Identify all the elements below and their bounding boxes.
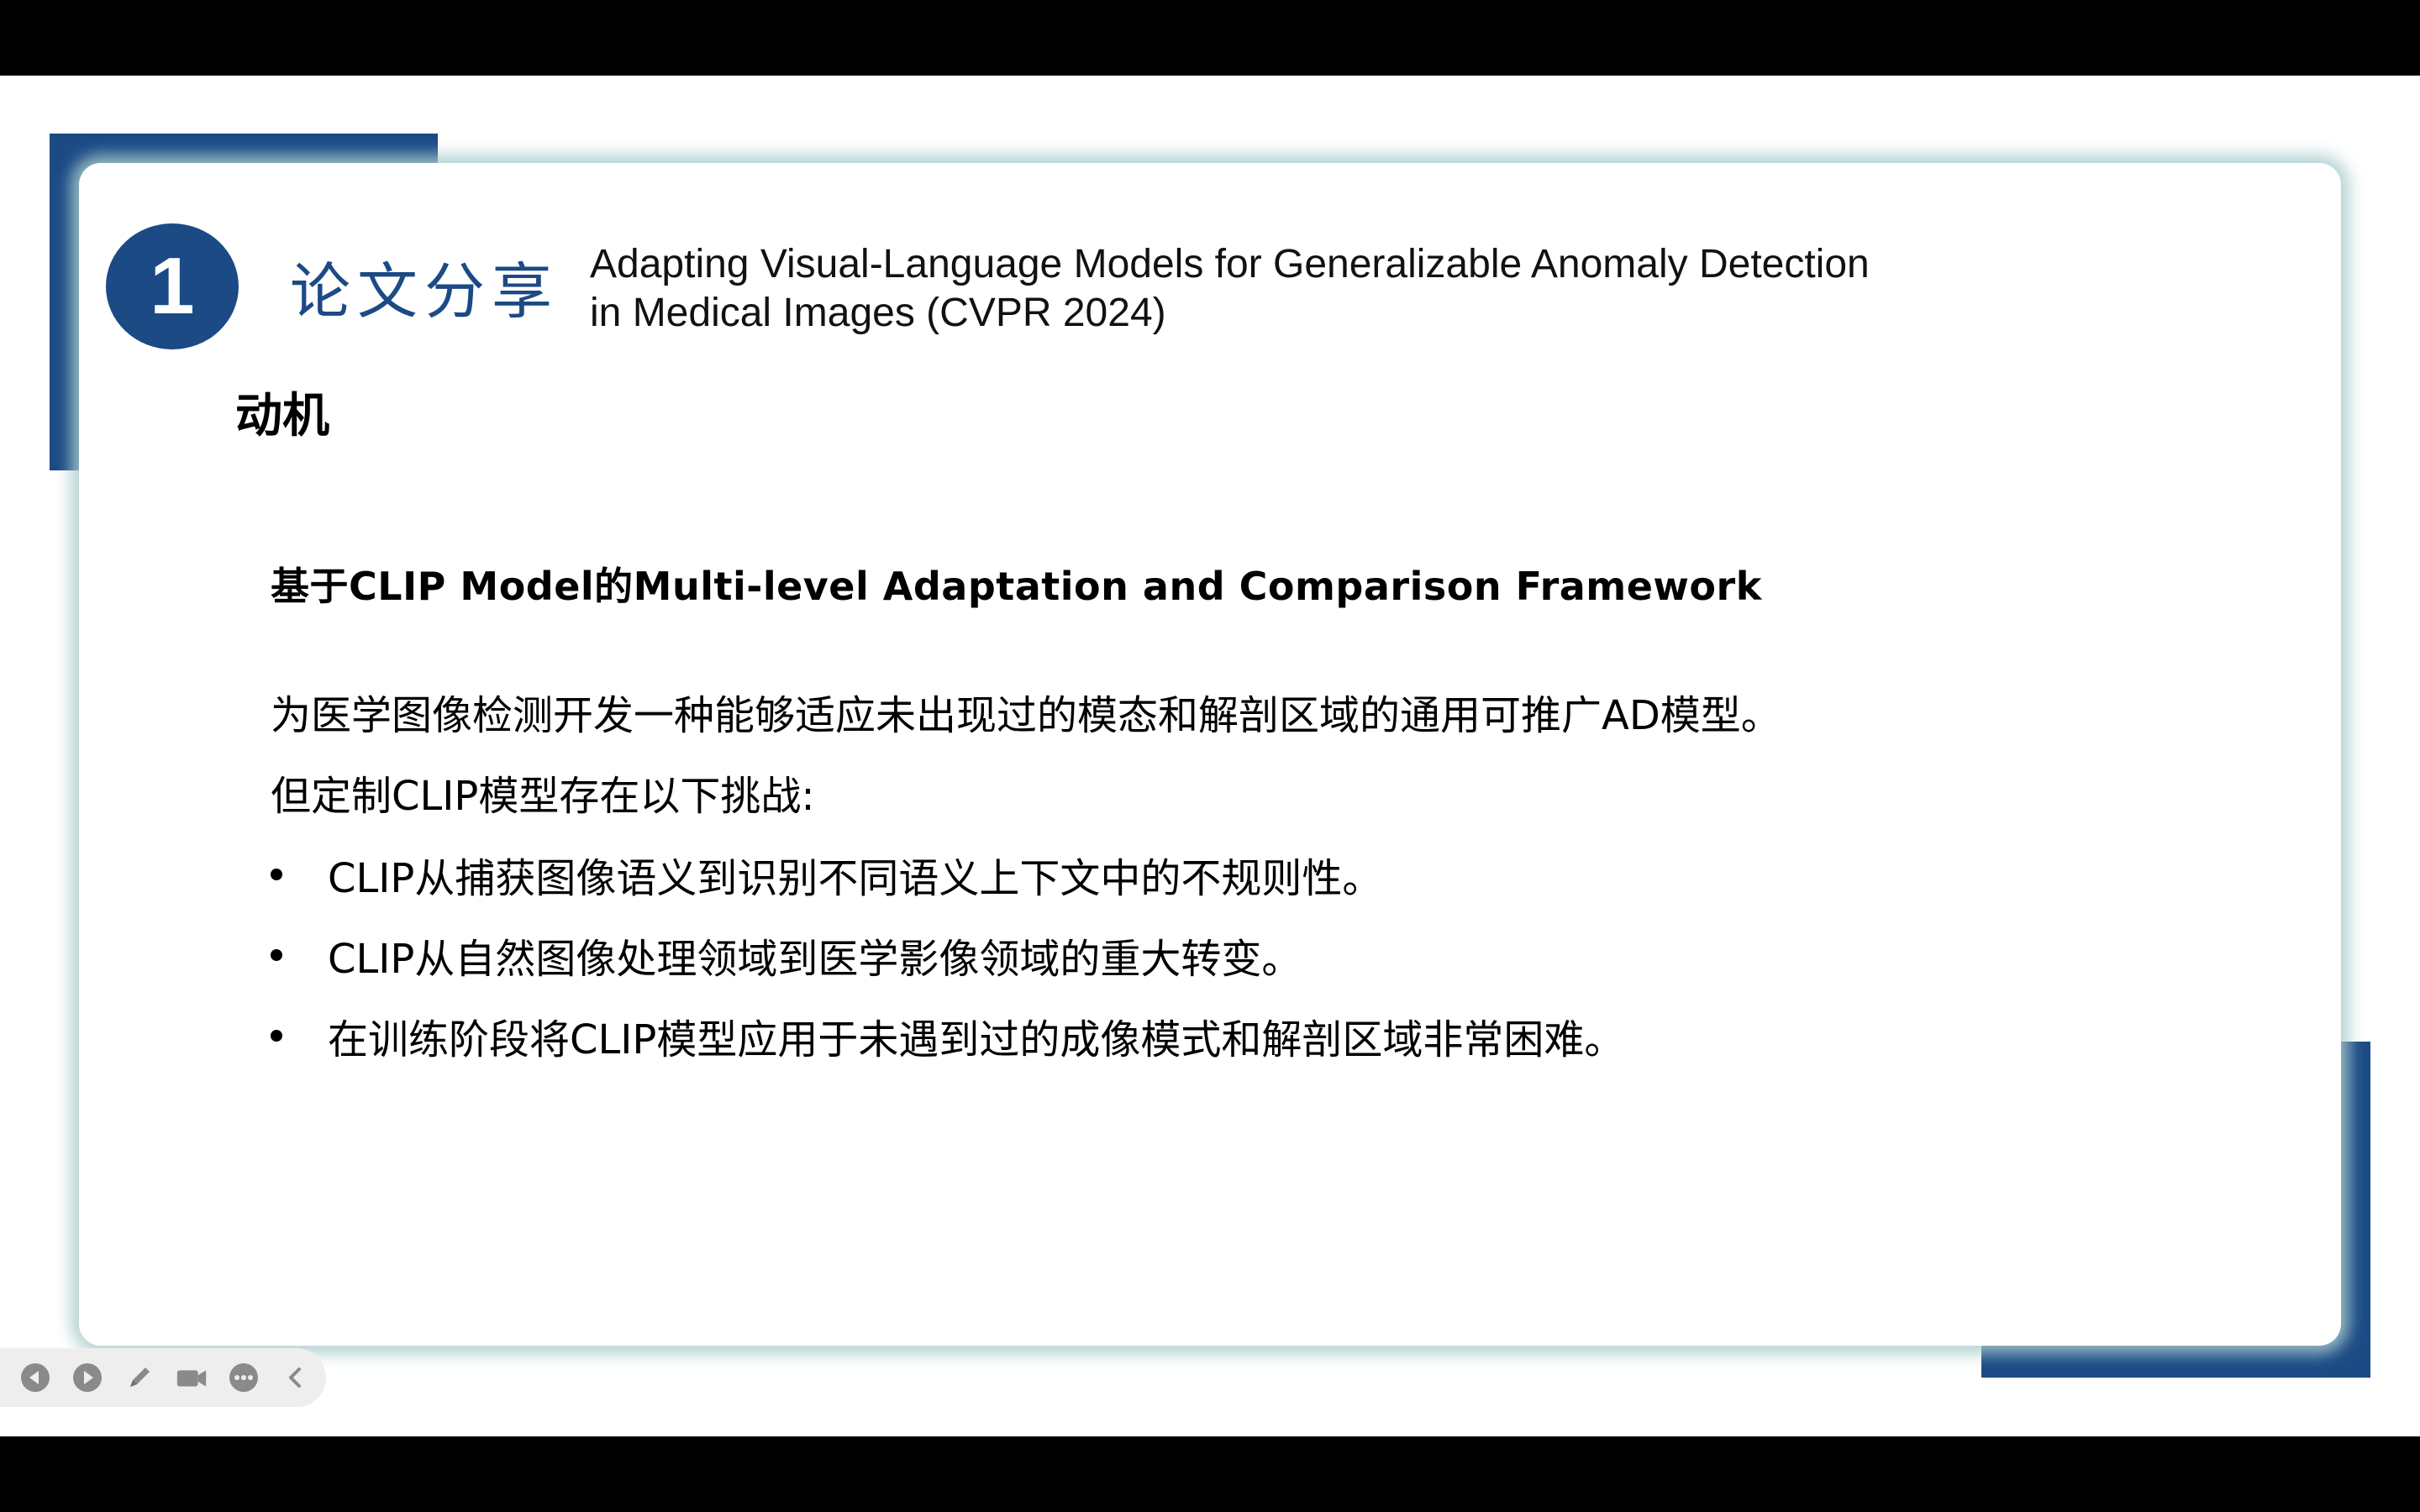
letterbox-top xyxy=(0,0,2420,76)
bullet-icon xyxy=(271,949,282,961)
bullet-icon xyxy=(271,869,282,880)
section-number-badge: 1 xyxy=(106,223,239,349)
previous-icon[interactable] xyxy=(18,1361,52,1394)
paper-title: Adapting Visual-Language Models for Gene… xyxy=(590,240,1870,338)
list-item-text: 在训练阶段将CLIP模型应用于未遇到过的成像模式和解剖区域非常困难。 xyxy=(328,1016,1625,1063)
list-item: CLIP从捕获图像语义到识别不同语义上下文中的不规则性。 xyxy=(267,845,1382,904)
bullet-icon xyxy=(271,1030,282,1042)
paragraph-challenges-intro: 但定制CLIP模型存在以下挑战: xyxy=(271,773,815,820)
slide-canvas: 1 论文分享 Adapting Visual-Language Models f… xyxy=(0,76,2420,1436)
letterbox-bottom xyxy=(0,1436,2420,1512)
paper-title-line2: in Medical Images (CVPR 2024) xyxy=(590,291,1166,335)
list-item: CLIP从自然图像处理领域到医学影像领域的重大转变。 xyxy=(267,926,1302,984)
paper-title-line1: Adapting Visual-Language Models for Gene… xyxy=(590,242,1870,286)
pen-icon[interactable] xyxy=(123,1361,156,1394)
slide-subtitle: 动机 xyxy=(235,389,329,444)
paragraph-goal: 为医学图像检测开发一种能够适应未出现过的模态和解剖区域的通用可推广AD模型。 xyxy=(271,692,1781,739)
more-icon[interactable] xyxy=(227,1361,260,1394)
list-item: 在训练阶段将CLIP模型应用于未遇到过的成像模式和解剖区域非常困难。 xyxy=(267,1006,1624,1065)
list-item-text: CLIP从自然图像处理领域到医学影像领域的重大转变。 xyxy=(328,936,1302,983)
framework-heading: 基于CLIP Model的Multi-level Adaptation and … xyxy=(271,564,1762,609)
presenter-toolbar xyxy=(0,1348,326,1407)
slide-card xyxy=(79,163,2341,1346)
next-icon[interactable] xyxy=(71,1361,104,1394)
list-item-text: CLIP从捕获图像语义到识别不同语义上下文中的不规则性。 xyxy=(328,855,1383,902)
collapse-icon[interactable] xyxy=(279,1361,313,1394)
section-title: 论文分享 xyxy=(290,256,560,327)
camera-icon[interactable] xyxy=(175,1361,208,1394)
